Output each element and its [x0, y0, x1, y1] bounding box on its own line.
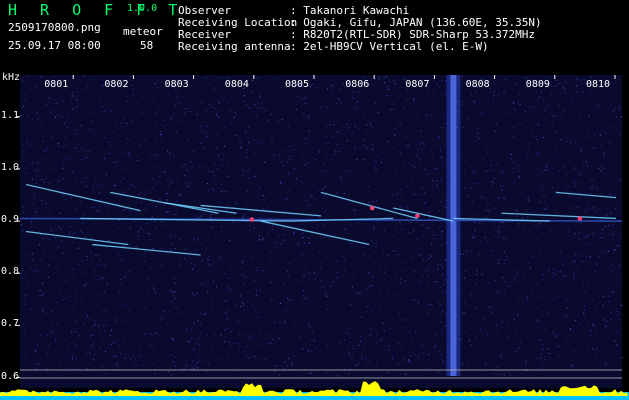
x-tick-label: 0803 [164, 79, 189, 90]
x-tick-label: 0806 [345, 79, 370, 90]
x-tick-label: 0802 [104, 79, 129, 90]
x-tick-label: 0807 [405, 79, 430, 90]
x-tick-label: 0808 [465, 79, 490, 90]
x-tick-label: 0804 [224, 79, 249, 90]
y-tick-label: 0.6 [1, 370, 20, 382]
spectrogram-background [20, 75, 622, 388]
level-base-bottom [0, 396, 629, 400]
x-tick-label: 0809 [525, 79, 550, 90]
x-tick-label: 0810 [586, 79, 611, 90]
y-tick-label: 1.1 [1, 109, 20, 121]
y-tick-label: 0.7 [1, 318, 20, 330]
x-tick-label: 0801 [44, 79, 69, 90]
echo-peak [249, 217, 254, 222]
x-tick-label: 0805 [285, 79, 310, 90]
spectrogram [0, 75, 629, 400]
echo-peak [369, 205, 375, 211]
y-tick-label: 1.0 [1, 161, 20, 173]
y-tick-label: 0.9 [1, 214, 20, 226]
y-tick-label: 0.8 [1, 266, 20, 278]
interference-core [450, 75, 457, 376]
echo-peak [577, 216, 583, 221]
echo-peak [415, 213, 420, 219]
